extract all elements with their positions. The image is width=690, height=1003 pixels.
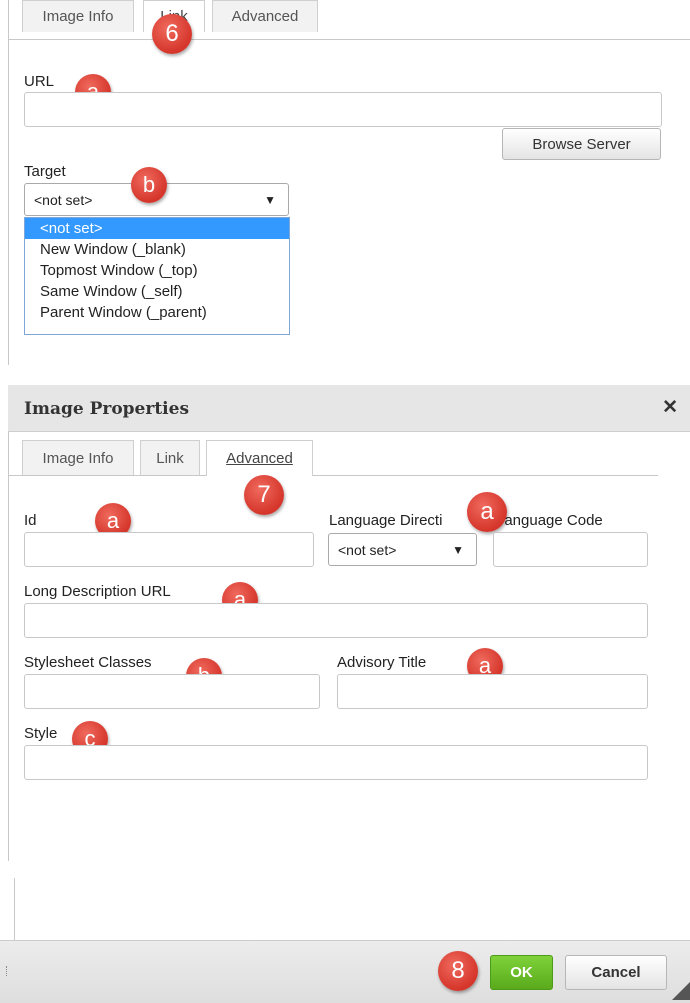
callout-marker: 6 — [152, 14, 192, 54]
option-same-window[interactable]: Same Window (_self) — [25, 281, 289, 302]
option-topmost-window[interactable]: Topmost Window (_top) — [25, 260, 289, 281]
stylesheet-classes-input[interactable] — [24, 674, 320, 709]
tab-advanced[interactable]: Advanced — [206, 440, 313, 476]
target-label: Target — [24, 163, 66, 180]
stylesheet-classes-label: Stylesheet Classes — [24, 654, 152, 671]
tab-label: Advanced — [231, 8, 299, 25]
ok-button[interactable]: OK — [490, 955, 553, 990]
panel-left-border — [8, 0, 9, 365]
browse-server-button[interactable]: Browse Server — [502, 128, 661, 160]
style-label: Style — [24, 725, 58, 742]
url-input[interactable] — [24, 92, 662, 127]
tab-label: Image Info — [42, 449, 114, 467]
language-code-label-text: Language Code — [504, 512, 603, 529]
option-not-set[interactable]: <not set> — [25, 218, 289, 239]
dropdown-arrow-icon: ▼ — [452, 542, 464, 557]
dialog-title: Image Properties — [24, 399, 190, 419]
tab-advanced[interactable]: Advanced — [212, 0, 318, 32]
language-direction-label: Language Directi — [329, 512, 443, 529]
tab-underline — [313, 475, 658, 476]
option-new-window[interactable]: New Window (_blank) — [25, 239, 289, 260]
tab-image-info[interactable]: Image Info — [22, 440, 134, 475]
option-parent-window[interactable]: Parent Window (_parent) — [25, 302, 289, 323]
id-label: Id — [24, 512, 37, 529]
dialog-title-bar: Image Properties ✕ — [8, 385, 690, 432]
url-label: URL — [24, 73, 55, 90]
tab-label: Image Info — [42, 8, 114, 25]
language-direction-select[interactable]: <not set> ▼ — [328, 533, 477, 566]
language-code-label: Language Code — [504, 512, 644, 529]
panel-left-border — [14, 878, 15, 940]
tab-label: Advanced — [226, 450, 293, 467]
style-input[interactable] — [24, 745, 648, 780]
cancel-button[interactable]: Cancel — [565, 955, 667, 990]
tab-underline — [8, 475, 206, 476]
callout-marker: a — [467, 492, 507, 532]
dropdown-arrow-icon: ▼ — [264, 192, 276, 207]
language-code-input[interactable] — [493, 532, 648, 567]
callout-marker: b — [131, 167, 167, 203]
advisory-title-input[interactable] — [337, 674, 648, 709]
target-selected-value: <not set> — [34, 191, 93, 208]
target-dropdown-list: <not set> New Window (_blank) Topmost Wi… — [24, 217, 290, 335]
callout-marker: 8 — [438, 951, 478, 991]
resize-grip-icon — [6, 966, 9, 976]
tab-image-info[interactable]: Image Info — [22, 0, 134, 32]
resize-corner-icon[interactable] — [672, 982, 690, 1000]
close-icon[interactable]: ✕ — [662, 396, 678, 419]
tab-label: Link — [156, 449, 184, 467]
panel-left-border — [8, 431, 9, 861]
callout-marker: 7 — [244, 475, 284, 515]
tab-link[interactable]: Link — [140, 440, 200, 475]
language-direction-value: <not set> — [338, 541, 397, 558]
long-description-url-input[interactable] — [24, 603, 648, 638]
tab-underline — [8, 39, 690, 40]
id-input[interactable] — [24, 532, 314, 567]
advisory-title-label: Advisory Title — [337, 654, 427, 671]
long-description-url-label: Long Description URL — [24, 583, 171, 600]
